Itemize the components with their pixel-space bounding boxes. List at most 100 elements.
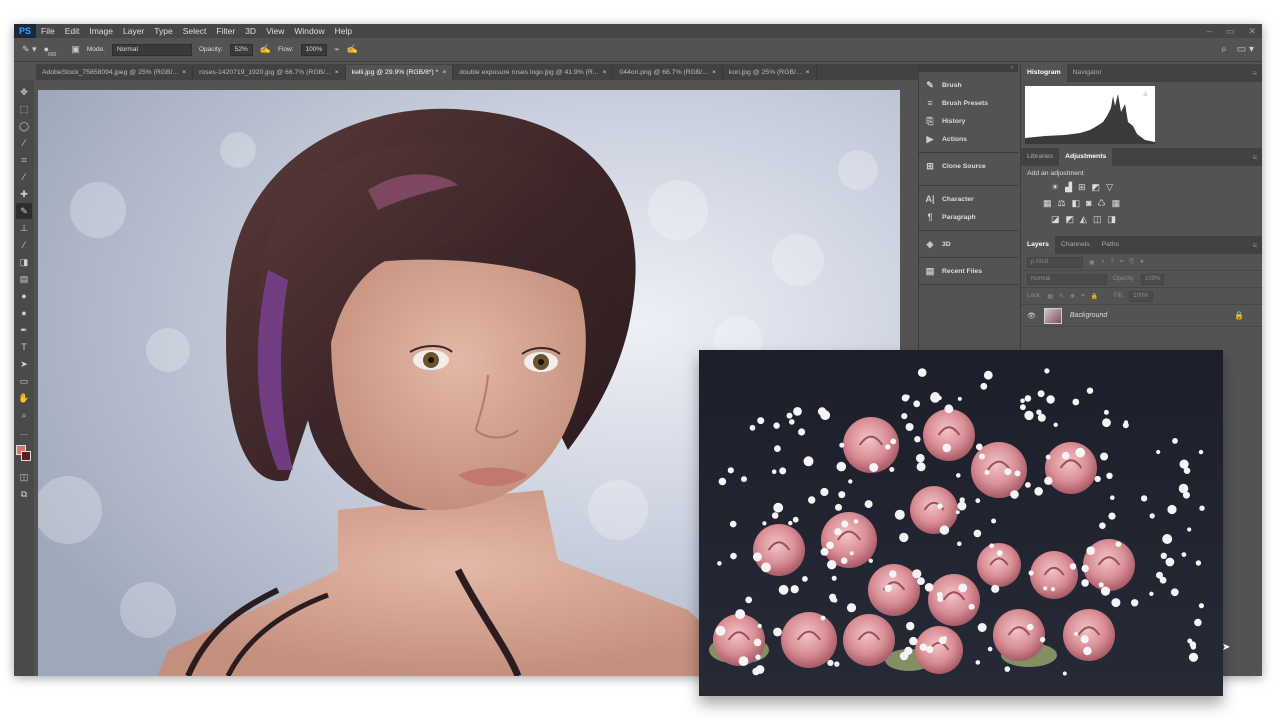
layer-name[interactable]: Background [1070,312,1107,319]
filter-type-icon[interactable]: T [1110,259,1114,265]
panel-menu-icon[interactable]: ≡ [1252,153,1257,162]
lock-transparent-icon[interactable]: ▦ [1047,293,1053,300]
document-tab[interactable]: roses-1420719_1920.jpg @ 66.7% (RGB/... × [193,65,346,80]
filter-shape-icon[interactable]: ⌗ [1120,259,1123,266]
lock-pixels-icon[interactable]: ✎ [1059,293,1064,300]
pressure-opacity-icon[interactable]: ✍ [260,45,271,54]
eraser-tool-icon[interactable]: ◨ [16,254,32,270]
panel-button[interactable]: ▤ Recent Files [919,262,1018,280]
filter-toggle-icon[interactable]: ● [1140,259,1144,265]
filter-smart-icon[interactable]: ⎘ [1129,259,1134,266]
close-tab-icon[interactable]: × [602,69,606,76]
vibrance-icon[interactable]: ▽ [1106,182,1113,193]
close-tab-icon[interactable]: × [806,69,810,76]
menu-filter[interactable]: Filter [211,24,240,38]
photo-filter-icon[interactable]: ◙ [1086,198,1091,208]
history-brush-icon[interactable]: ⁄ [16,237,32,253]
workspace-icon[interactable]: ▭ ▾ [1237,44,1254,55]
tab-paths[interactable]: Paths [1096,236,1125,254]
tab-navigator[interactable]: Navigator [1067,64,1108,82]
brightness-contrast-icon[interactable]: ☀ [1051,182,1059,193]
hue-saturation-icon[interactable]: ▦ [1043,198,1052,209]
healing-tool-icon[interactable]: ✚ [16,186,32,202]
selective-color-icon[interactable]: ◨ [1107,214,1116,225]
color-balance-icon[interactable]: ⚖ [1058,198,1066,209]
menu-edit[interactable]: Edit [60,24,85,38]
visibility-eye-icon[interactable]: 👁 [1027,312,1036,320]
move-tool-icon[interactable]: ✥ [16,84,32,100]
flow-field[interactable]: 100% [300,43,328,56]
curves-icon[interactable]: ⊞ [1078,182,1086,193]
background-color[interactable] [21,451,31,461]
close-tab-icon[interactable]: × [335,69,339,76]
menu-view[interactable]: View [261,24,289,38]
pen-tool-icon[interactable]: ✒ [16,322,32,338]
panel-button[interactable]: ⊞ Clone Source [919,157,1018,175]
posterize-icon[interactable]: ◩ [1066,214,1075,225]
tab-histogram[interactable]: Histogram [1021,64,1067,82]
panel-button[interactable]: ≡ Brush Presets [919,94,1018,112]
marquee-tool-icon[interactable]: ⬚ [16,101,32,117]
zoom-tool-icon[interactable]: ⌕ [16,407,32,423]
minimize-button[interactable]: – [1207,24,1212,38]
brush-tool-icon[interactable]: ✎ [16,203,32,219]
black-white-icon[interactable]: ◧ [1072,198,1081,209]
lock-artboard-icon[interactable]: ⌗ [1081,293,1084,300]
close-tab-icon[interactable]: × [712,69,716,76]
collapse-panels-button[interactable]: « [919,64,1018,72]
menu-3d[interactable]: 3D [240,24,261,38]
blur-tool-icon[interactable]: ● [16,288,32,304]
opacity-field[interactable]: 52% [229,43,253,56]
panel-button[interactable]: ✎ Brush [919,76,1018,94]
eyedropper-tool-icon[interactable]: ⁄ [16,169,32,185]
channel-mixer-icon[interactable]: ♺ [1098,198,1106,209]
document-tab[interactable]: double exposure roses logo.jpg @ 41.9% (… [453,65,614,80]
blend-mode-select[interactable]: Normal [1027,273,1107,285]
filter-pixel-icon[interactable]: ▣ [1089,259,1095,266]
threshold-icon[interactable]: ◭ [1080,214,1087,225]
airbrush-icon[interactable]: ⌁ [334,45,339,54]
layer-opacity-field[interactable]: 100% [1141,273,1165,285]
layer-filter-select[interactable]: ρ Kind [1027,256,1083,268]
document-tab[interactable]: 044ori.png @ 66.7% (RGB/... × [613,65,723,80]
menu-help[interactable]: Help [330,24,357,38]
menu-select[interactable]: Select [178,24,212,38]
panel-button[interactable]: ⎘ History [919,112,1018,130]
panel-button[interactable]: ▶ Actions [919,130,1018,148]
layer-row-background[interactable]: 👁 Background 🔒 [1021,305,1262,327]
gradient-tool-icon[interactable]: ▤ [16,271,32,287]
layer-fill-field[interactable]: 100% [1129,290,1153,302]
close-button[interactable]: ✕ [1248,24,1256,38]
tab-libraries[interactable]: Libraries [1021,148,1059,166]
panel-button[interactable]: A| Character [919,190,1018,208]
panel-button[interactable]: ¶ Paragraph [919,208,1018,226]
search-icon[interactable]: ⌕ [1221,44,1227,55]
gradient-map-icon[interactable]: ◫ [1093,214,1102,225]
invert-icon[interactable]: ◪ [1051,214,1060,225]
hand-tool-icon[interactable]: ✋ [16,390,32,406]
close-tab-icon[interactable]: × [442,69,446,76]
tab-adjustments[interactable]: Adjustments [1059,148,1113,166]
menu-type[interactable]: Type [149,24,177,38]
dodge-tool-icon[interactable]: ● [16,305,32,321]
quick-mask-icon[interactable]: ◫ [16,469,32,485]
lock-position-icon[interactable]: ✥ [1070,293,1075,300]
path-select-tool-icon[interactable]: ➤ [16,356,32,372]
shape-tool-icon[interactable]: ▭ [16,373,32,389]
document-tab[interactable]: kelli.jpg @ 29.9% (RGB/8*) * × [345,65,454,80]
brush-panel-toggle-icon[interactable]: ▣ [71,45,80,54]
crop-tool-icon[interactable]: ⌗ [16,152,32,168]
quick-select-tool-icon[interactable]: ⁄ [16,135,32,151]
close-tab-icon[interactable]: × [182,69,186,76]
panel-menu-icon[interactable]: ≡ [1252,241,1257,250]
menu-window[interactable]: Window [289,24,329,38]
color-lookup-icon[interactable]: ▦ [1112,198,1121,209]
more-tools-icon[interactable]: … [16,424,32,440]
document-tab[interactable]: kori.jpg @ 25% (RGB/... × [723,65,817,80]
screen-mode-icon[interactable]: ⧉ [16,486,32,502]
lasso-tool-icon[interactable]: ◯ [16,118,32,134]
pressure-size-icon[interactable]: ✍ [347,45,358,54]
maximize-button[interactable]: ▭ [1226,24,1235,38]
filter-adjustment-icon[interactable]: ◑ [1101,259,1105,265]
document-tab[interactable]: AdobeStock_75858094.jpeg @ 25% (RGB/... × [36,65,194,80]
